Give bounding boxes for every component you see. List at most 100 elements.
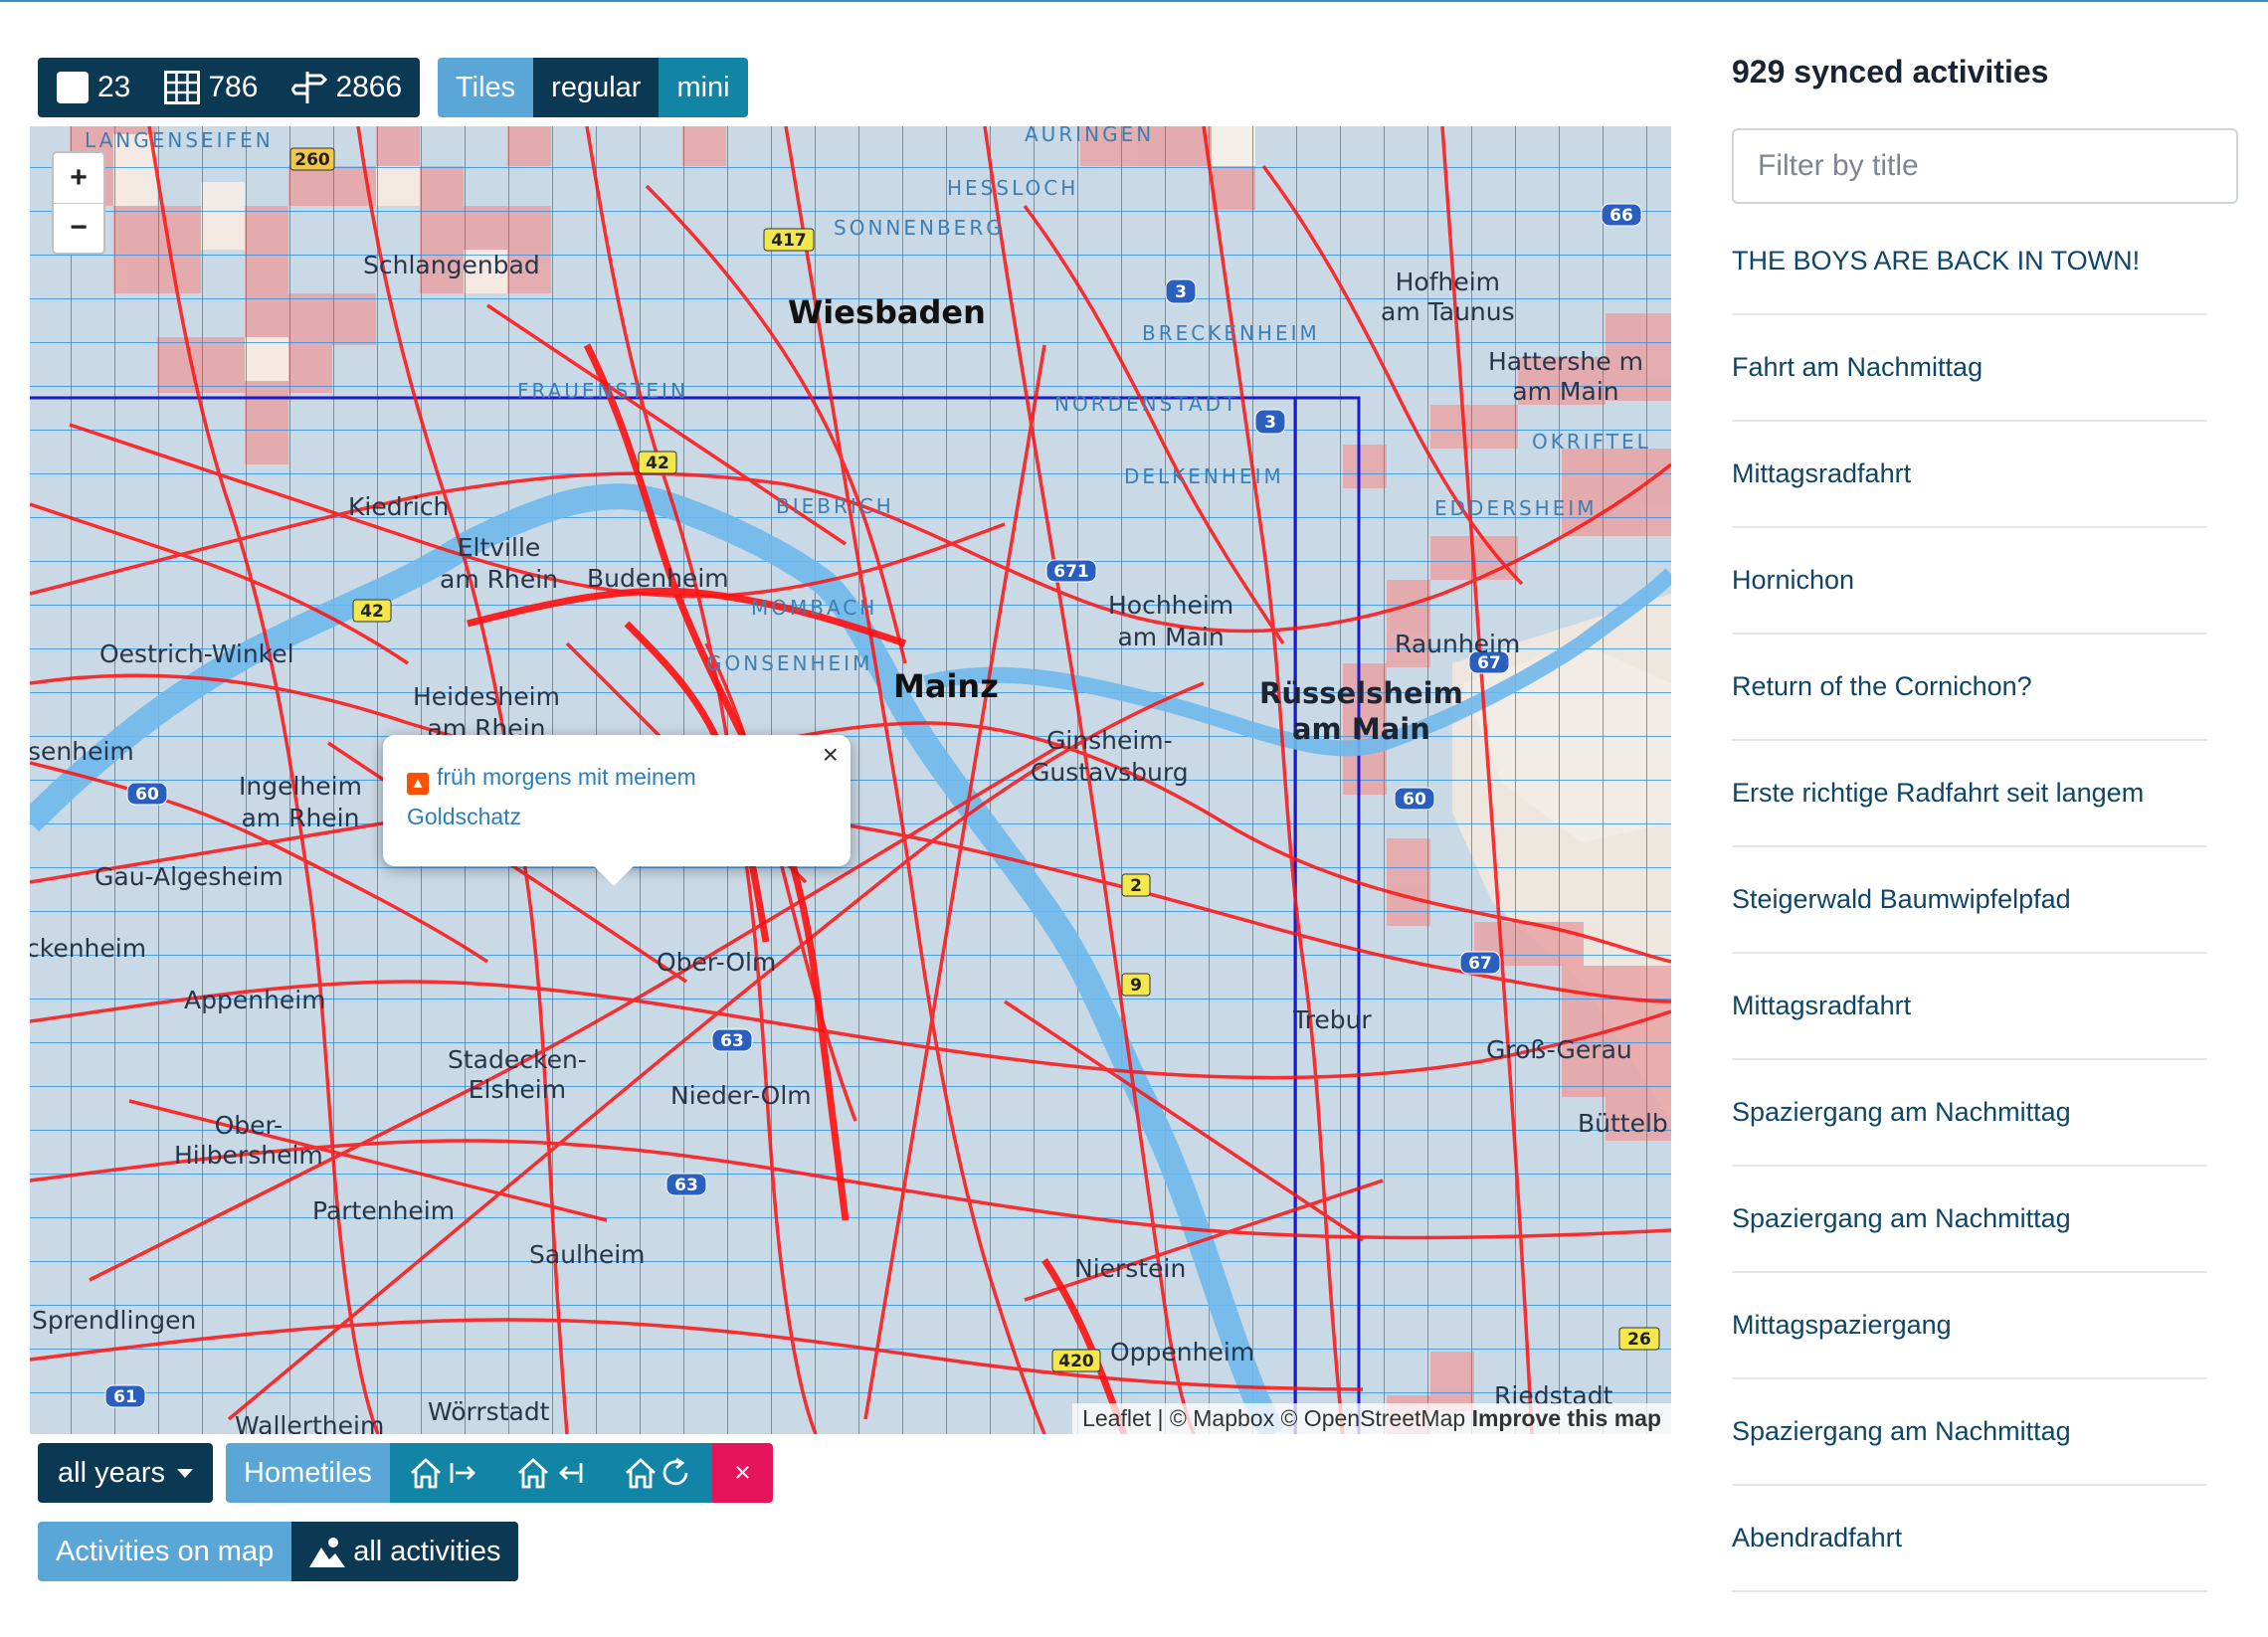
- label-nordenstadt: NORDENSTADT: [1054, 392, 1239, 416]
- home-import-button[interactable]: [496, 1443, 605, 1503]
- tiles-mini-button[interactable]: mini: [659, 58, 748, 117]
- label-wallertheim: Wallertheim: [235, 1411, 385, 1434]
- label-gonsenheim: GONSENHEIM: [706, 651, 873, 675]
- activities-group: Activities on map all activities: [38, 1522, 519, 1581]
- list-item[interactable]: Mittagsradfahrt: [1732, 422, 2207, 528]
- label-gross-gerau: Groß-Gerau: [1486, 1035, 1632, 1064]
- label-eddersheim: EDDERSHEIM: [1434, 496, 1598, 520]
- list-item[interactable]: Spaziergang am Nachmittag: [1732, 1060, 2207, 1167]
- list-item[interactable]: Steigerwald Baumwipfelpfad: [1732, 847, 2207, 954]
- shield-3-b: 3: [1264, 413, 1276, 433]
- activity-list: THE BOYS ARE BACK IN TOWN! Fahrt am Nach…: [1732, 209, 2207, 1592]
- label-budenheim: Budenheim: [587, 564, 729, 593]
- label-eltville: Eltville am Rhein: [440, 533, 559, 594]
- stats-toolbar: 23 786 2866: [38, 58, 421, 117]
- hometiles-label: Hometiles: [226, 1443, 390, 1503]
- hometiles-clear-button[interactable]: ×: [711, 1443, 773, 1503]
- shield-60-a: 60: [135, 785, 159, 805]
- label-hattersheim: Hattershe m am Main: [1488, 347, 1643, 406]
- improve-map-link[interactable]: Improve this map: [1472, 1405, 1661, 1431]
- explorer-stat[interactable]: 2866: [291, 70, 402, 105]
- list-item[interactable]: Fahrt am Nachmittag: [1732, 315, 2207, 422]
- tiles-stat[interactable]: 786: [164, 71, 258, 104]
- shield-671: 671: [1053, 562, 1089, 582]
- landscape-icon: [309, 1538, 346, 1567]
- list-item[interactable]: Erste richtige Radfahrt seit langem: [1732, 741, 2207, 847]
- all-activities-button[interactable]: all activities: [291, 1522, 519, 1581]
- label-kiedrich: Kiedrich: [348, 492, 450, 521]
- label-hochheim: Hochheim am Main: [1108, 591, 1234, 651]
- map[interactable]: 260 417 42 42 60 60 67 67 3 3 66 671 63 …: [30, 126, 1671, 1434]
- shield-67-b: 67: [1468, 954, 1492, 974]
- label-ginsheim: Ginsheim- Gustavsburg: [1031, 726, 1189, 787]
- label-ingelheim: Ingelheim am Rhein: [239, 772, 362, 832]
- label-raunheim: Raunheim: [1395, 630, 1521, 658]
- label-oppenheim: Oppenheim: [1110, 1338, 1255, 1366]
- label-langenseifen: LANGENSEIFEN: [85, 128, 274, 152]
- hometiles-group: Hometiles ×: [226, 1443, 773, 1503]
- list-item[interactable]: Mittagspaziergang: [1732, 1273, 2207, 1379]
- popup-close-button[interactable]: ×: [823, 739, 839, 771]
- all-activities-label: all activities: [353, 1535, 501, 1567]
- label-senheim: senheim: [30, 737, 134, 766]
- list-item[interactable]: Return of the Cornichon?: [1732, 635, 2207, 741]
- top-border: [0, 0, 2268, 2]
- home-reset-button[interactable]: [604, 1443, 712, 1503]
- label-delkenheim: DELKENHEIM: [1124, 464, 1284, 488]
- grid-icon: [164, 71, 201, 104]
- shield-420: 420: [1058, 1352, 1094, 1371]
- synced-activities-title: 929 synced activities: [1732, 54, 2049, 90]
- activities-on-map-label: Activities on map: [38, 1522, 292, 1581]
- tiles-label: Tiles: [438, 58, 534, 117]
- zoom-in-button[interactable]: +: [54, 153, 103, 204]
- label-buttelborn: Büttelb: [1578, 1109, 1668, 1138]
- list-item[interactable]: Spaziergang am Nachmittag: [1732, 1167, 2207, 1273]
- years-selected: all years: [58, 1456, 165, 1489]
- shield-2: 2: [1130, 876, 1142, 896]
- map-attribution: Leaflet | © Mapbox © OpenStreetMap Impro…: [1072, 1403, 1671, 1434]
- list-item[interactable]: Abendradfahrt: [1732, 1486, 2207, 1592]
- square-icon: [57, 72, 89, 103]
- label-appenheim: Appenheim: [184, 986, 326, 1014]
- label-partenheim: Partenheim: [312, 1196, 456, 1225]
- label-auringen: AURINGEN: [1025, 126, 1155, 146]
- popup-activity-link[interactable]: früh morgens mit meinem Goldschatz: [407, 764, 696, 829]
- label-schlangenbad: Schlangenbad: [363, 251, 540, 279]
- label-russelsheim: Rüsselsheim am Main: [1259, 676, 1463, 746]
- label-sonnenberg: SONNENBERG: [834, 216, 1005, 240]
- list-item[interactable]: Spaziergang am Nachmittag: [1732, 1379, 2207, 1486]
- list-item[interactable]: Hornichon: [1732, 528, 2207, 635]
- shield-61: 61: [113, 1387, 137, 1407]
- signpost-icon: [291, 72, 328, 103]
- leaflet-link[interactable]: Leaflet: [1082, 1405, 1151, 1431]
- label-mainz: Mainz: [893, 667, 999, 705]
- shield-3-a: 3: [1175, 282, 1187, 302]
- explorer-value: 2866: [335, 71, 403, 103]
- label-breckenheim: BRECKENHEIM: [1142, 321, 1320, 345]
- zoom-control: + −: [52, 151, 105, 255]
- label-oestrich: Oestrich-Winkel: [99, 639, 294, 668]
- label-ober-olm: Ober-Olm: [657, 948, 777, 977]
- caret-down-icon: [177, 1468, 193, 1478]
- list-item[interactable]: THE BOYS ARE BACK IN TOWN!: [1732, 209, 2207, 315]
- label-nieder-olm: Nieder-Olm: [670, 1081, 812, 1110]
- shield-9: 9: [1130, 976, 1142, 996]
- zoom-out-button[interactable]: −: [54, 204, 103, 254]
- shield-60-b: 60: [1403, 790, 1426, 810]
- label-gau-algesheim: Gau-Algesheim: [94, 862, 284, 891]
- home-export-button[interactable]: [389, 1443, 497, 1503]
- tiles-toggle: Tiles regular mini: [438, 58, 748, 117]
- max-square-stat[interactable]: 23: [56, 71, 130, 104]
- label-worrstadt: Wörrstadt: [428, 1397, 550, 1426]
- tiles-value: 786: [208, 71, 259, 103]
- label-hofheim: Hofheim am Taunus: [1381, 268, 1515, 326]
- tiles-regular-button[interactable]: regular: [533, 58, 660, 117]
- activity-popup: × ▲ früh morgens mit meinem Goldschatz: [383, 735, 850, 886]
- max-square-value: 23: [97, 71, 131, 103]
- attribution-text: | © Mapbox © OpenStreetMap: [1151, 1405, 1472, 1431]
- years-dropdown[interactable]: all years: [38, 1443, 213, 1503]
- list-item[interactable]: Mittagsradfahrt: [1732, 954, 2207, 1060]
- label-saulheim: Saulheim: [529, 1240, 646, 1269]
- shield-66: 66: [1609, 206, 1633, 226]
- filter-input[interactable]: Filter by title: [1732, 128, 2238, 204]
